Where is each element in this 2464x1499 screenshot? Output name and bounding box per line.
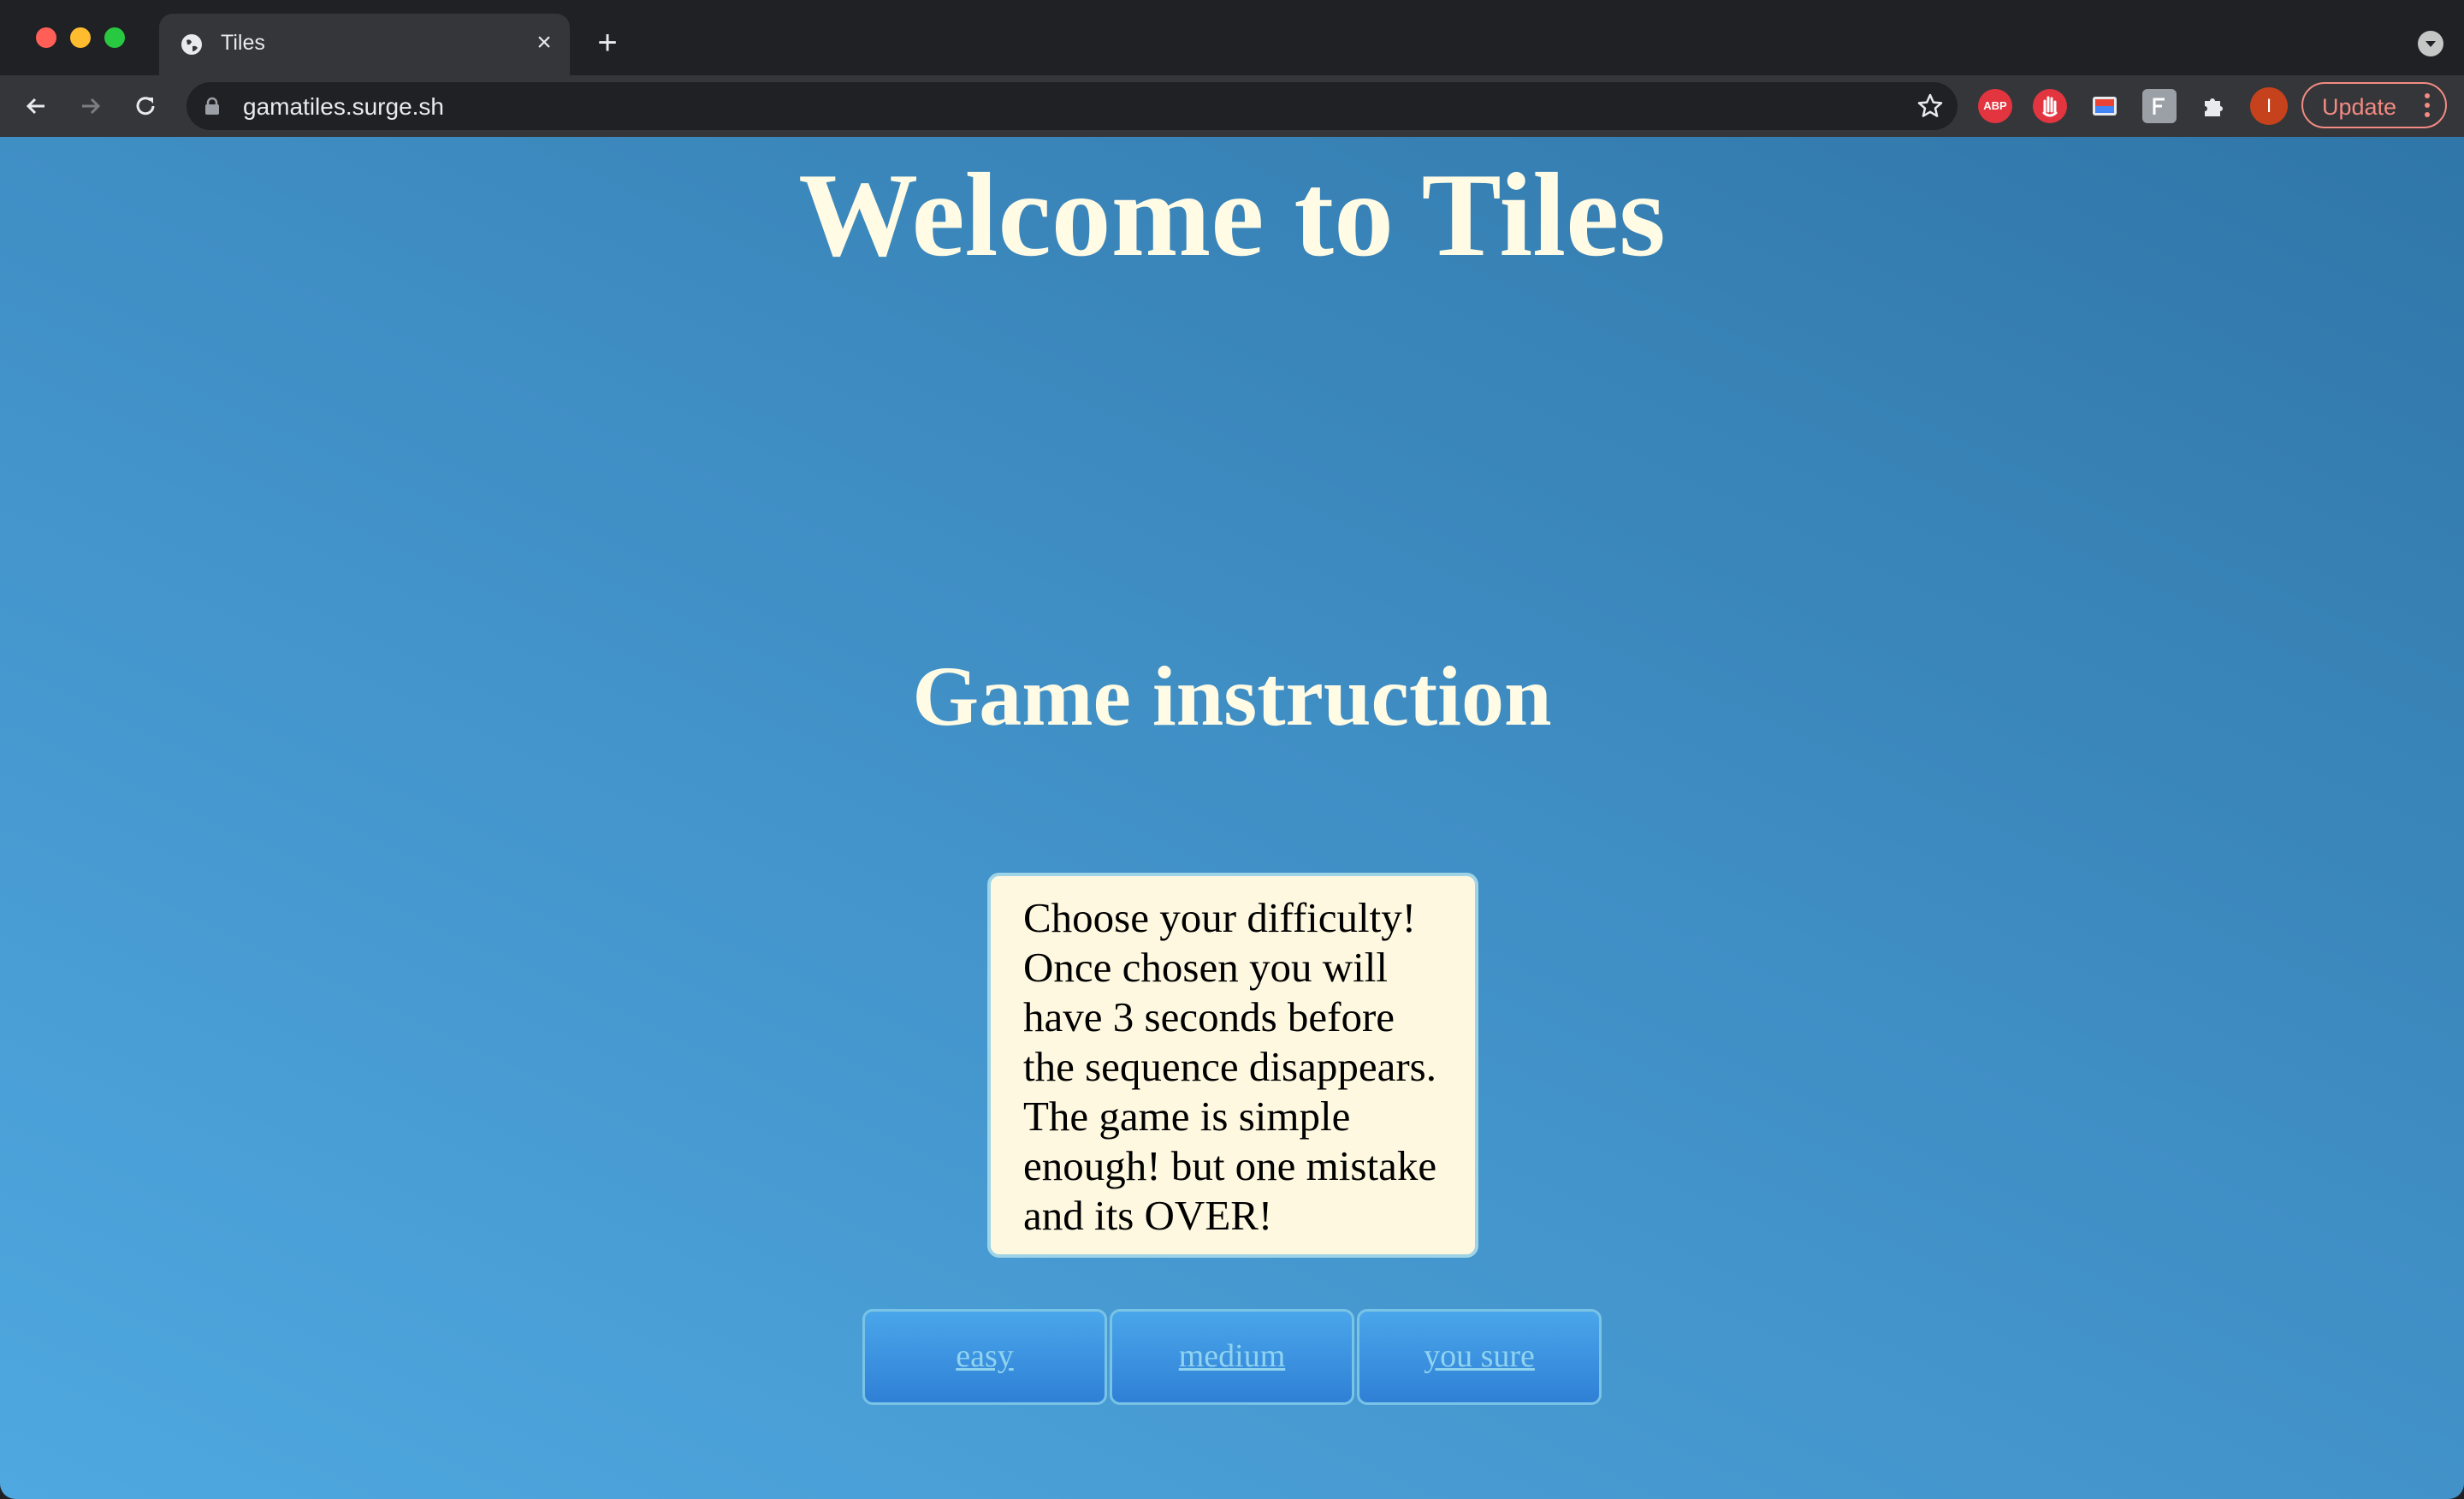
instructions-box: Choose your difficulty! Once chosen you … — [987, 873, 1478, 1258]
reload-button[interactable] — [127, 87, 164, 125]
bookmark-star-icon[interactable] — [1915, 91, 1946, 121]
arrow-right-icon — [82, 98, 101, 115]
close-tab-icon[interactable]: × — [530, 29, 558, 56]
arrow-left-icon — [26, 98, 44, 115]
lock-icon — [205, 97, 219, 115]
profile-avatar[interactable]: I — [2250, 87, 2288, 125]
page-title: Welcome to Tiles — [798, 149, 1666, 281]
browser-window: Tiles × + gamatiles.surge.sh ABP I Updat… — [0, 0, 2464, 1499]
tab-title: Tiles — [221, 31, 265, 55]
puzzle-icon — [2205, 98, 2223, 116]
hard-difficulty-button[interactable]: you sure — [1357, 1309, 1602, 1405]
reload-icon — [136, 97, 155, 116]
address-bar[interactable]: gamatiles.surge.sh — [187, 82, 1958, 130]
stop-hand-extension-icon[interactable] — [2033, 89, 2067, 123]
globe-icon — [181, 34, 202, 55]
url-text: gamatiles.surge.sh — [243, 93, 445, 120]
image-icon — [2093, 97, 2117, 116]
font-extension-icon[interactable] — [2142, 89, 2177, 123]
adblock-extension-icon[interactable]: ABP — [1978, 89, 2012, 123]
hand-icon — [2042, 96, 2058, 117]
close-window-button[interactable] — [36, 27, 56, 48]
back-button[interactable] — [17, 87, 55, 125]
kebab-menu-icon — [2425, 93, 2430, 117]
new-tab-button[interactable]: + — [590, 26, 625, 60]
chevron-down-icon — [2426, 41, 2436, 47]
extensions-menu-button[interactable] — [2197, 89, 2231, 123]
maximize-window-button[interactable] — [104, 27, 125, 48]
minimize-window-button[interactable] — [70, 27, 91, 48]
forward-button[interactable] — [72, 87, 110, 125]
update-label: Update — [2322, 94, 2397, 120]
tab-search-button[interactable] — [2418, 31, 2443, 56]
update-button[interactable]: Update — [2301, 82, 2447, 128]
instructions-heading: Game instruction — [912, 649, 1552, 744]
image-extension-icon[interactable] — [2088, 89, 2122, 123]
tab-tiles[interactable]: Tiles × — [159, 14, 570, 75]
tab-strip: Tiles × + — [0, 0, 2464, 75]
page-content: Welcome to Tiles Game instruction Choose… — [0, 137, 2464, 1499]
medium-difficulty-button[interactable]: medium — [1110, 1309, 1354, 1405]
easy-difficulty-button[interactable]: easy — [862, 1309, 1107, 1405]
font-icon — [2153, 98, 2165, 115]
browser-toolbar: gamatiles.surge.sh ABP I Update — [0, 75, 2464, 139]
